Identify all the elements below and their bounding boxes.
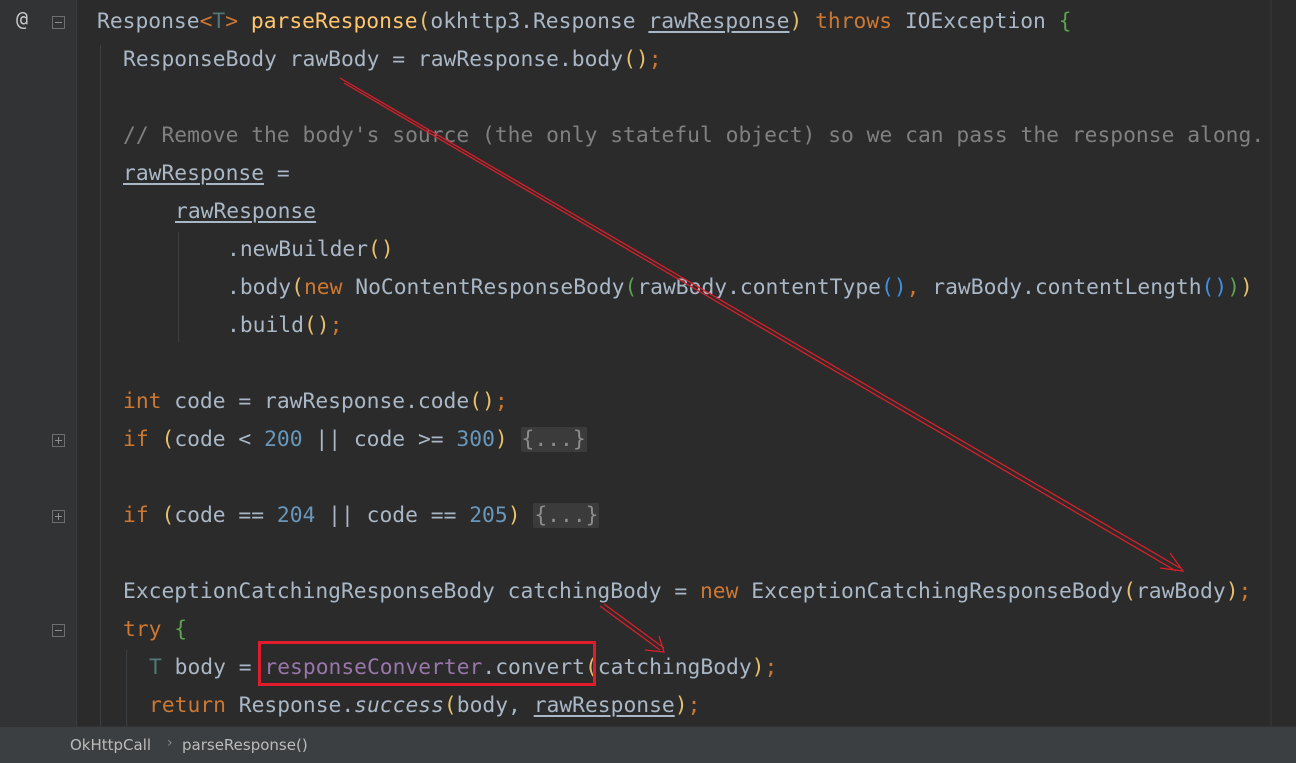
arrow-head: [644, 635, 665, 653]
breadcrumb-separator: ›: [167, 735, 173, 751]
arrow-line: [343, 82, 1177, 572]
breadcrumb: OkHttpCall › parseResponse(): [0, 726, 1296, 763]
arrow-line: [603, 603, 665, 649]
breadcrumb-class[interactable]: OkHttpCall: [70, 736, 151, 754]
arrow-line: [599, 605, 661, 651]
arrow-line: [339, 77, 1181, 569]
annotation-arrows: [339, 77, 1185, 653]
breadcrumb-method[interactable]: parseResponse(): [182, 736, 308, 754]
